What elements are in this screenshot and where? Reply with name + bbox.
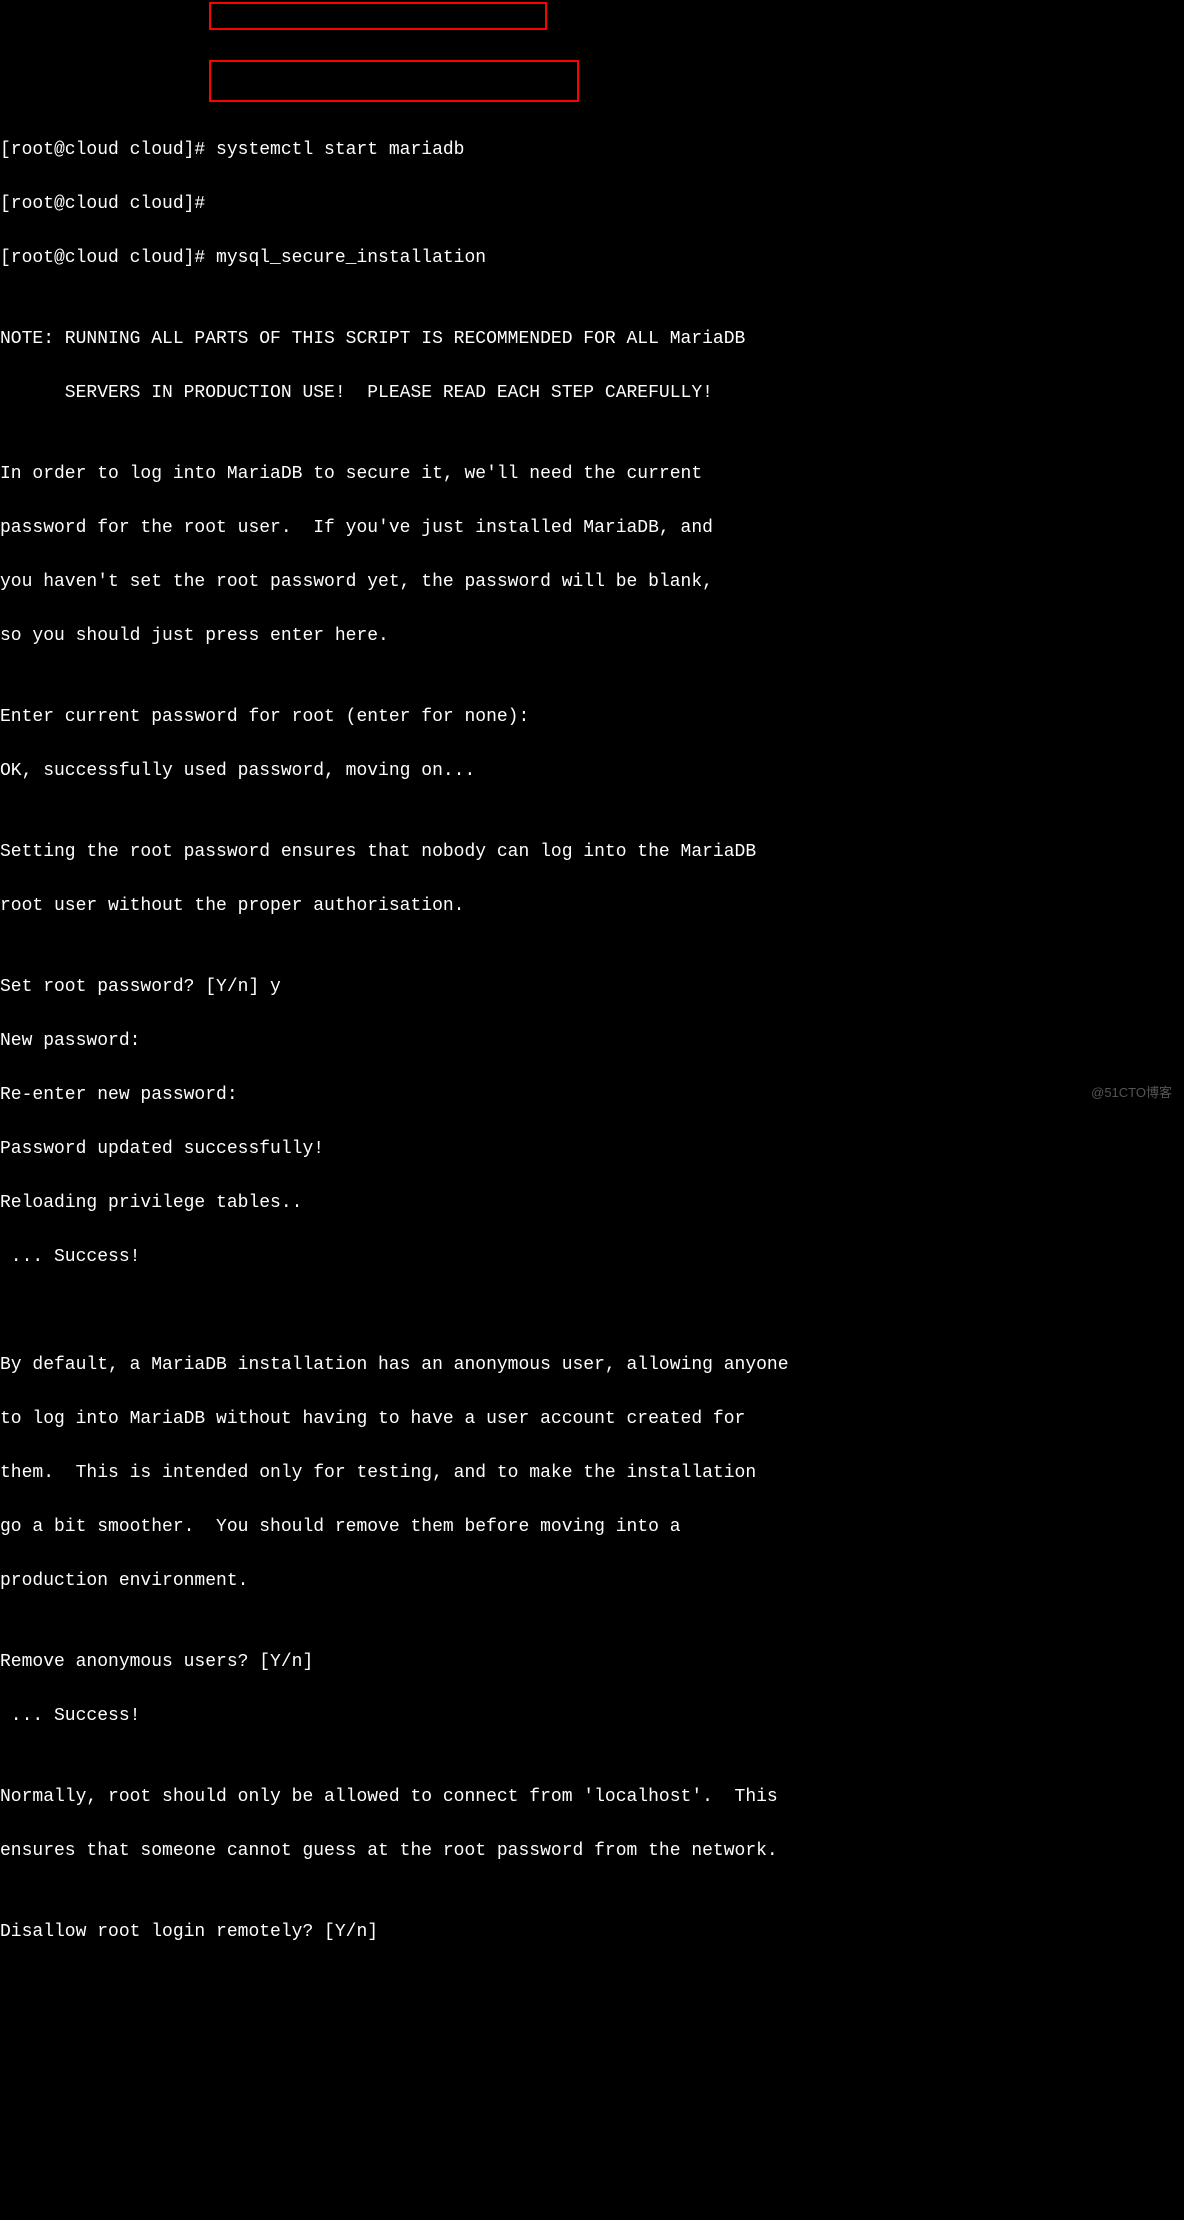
terminal-line: Reloading privilege tables.. xyxy=(0,1190,1184,1217)
terminal-line: ... Success! xyxy=(0,1244,1184,1271)
terminal-line: Re-enter new password: xyxy=(0,1082,1184,1109)
terminal-line: you haven't set the root password yet, t… xyxy=(0,569,1184,596)
terminal-line: [root@cloud cloud]# systemctl start mari… xyxy=(0,137,1184,164)
terminal-line: [root@cloud cloud]# mysql_secure_install… xyxy=(0,245,1184,272)
terminal-line: In order to log into MariaDB to secure i… xyxy=(0,461,1184,488)
terminal-line: New password: xyxy=(0,1028,1184,1055)
terminal-line: them. This is intended only for testing,… xyxy=(0,1460,1184,1487)
terminal-line: Disallow root login remotely? [Y/n] xyxy=(0,1919,1184,1946)
highlight-box-cmd1 xyxy=(209,2,547,30)
terminal-line: Setting the root password ensures that n… xyxy=(0,839,1184,866)
terminal-line: NOTE: RUNNING ALL PARTS OF THIS SCRIPT I… xyxy=(0,326,1184,353)
terminal-line: Enter current password for root (enter f… xyxy=(0,704,1184,731)
terminal-output[interactable]: [root@cloud cloud]# systemctl start mari… xyxy=(0,108,1184,1973)
terminal-line: go a bit smoother. You should remove the… xyxy=(0,1514,1184,1541)
terminal-line: [root@cloud cloud]# xyxy=(0,191,1184,218)
terminal-line: so you should just press enter here. xyxy=(0,623,1184,650)
terminal-line: ... Success! xyxy=(0,1703,1184,1730)
terminal-line: Password updated successfully! xyxy=(0,1136,1184,1163)
terminal-line: root user without the proper authorisati… xyxy=(0,893,1184,920)
terminal-line: to log into MariaDB without having to ha… xyxy=(0,1406,1184,1433)
watermark-label: @51CTO博客 xyxy=(1091,1083,1172,1103)
terminal-line: OK, successfully used password, moving o… xyxy=(0,758,1184,785)
terminal-line: By default, a MariaDB installation has a… xyxy=(0,1352,1184,1379)
highlight-box-cmd2 xyxy=(209,60,579,102)
terminal-line: ensures that someone cannot guess at the… xyxy=(0,1838,1184,1865)
terminal-line: Remove anonymous users? [Y/n] xyxy=(0,1649,1184,1676)
terminal-line: password for the root user. If you've ju… xyxy=(0,515,1184,542)
terminal-line: production environment. xyxy=(0,1568,1184,1595)
terminal-line: SERVERS IN PRODUCTION USE! PLEASE READ E… xyxy=(0,380,1184,407)
terminal-line: Set root password? [Y/n] y xyxy=(0,974,1184,1001)
terminal-line: Normally, root should only be allowed to… xyxy=(0,1784,1184,1811)
